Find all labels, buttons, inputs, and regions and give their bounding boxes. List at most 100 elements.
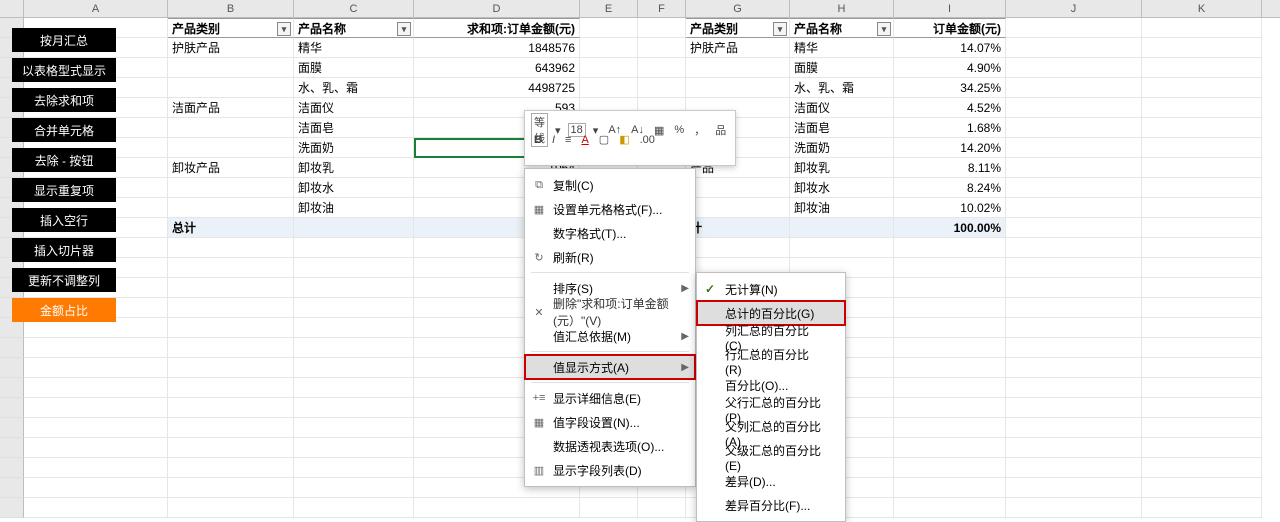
col-header-F[interactable]: F: [638, 0, 686, 17]
cell[interactable]: [1006, 18, 1142, 38]
cell[interactable]: 产品名称▾: [294, 18, 414, 38]
cell[interactable]: [1006, 178, 1142, 198]
context-menu-item[interactable]: 数据透视表选项(O)...: [525, 434, 695, 458]
context-menu-item[interactable]: ✕删除"求和项:订单金额(元）"(V): [525, 300, 695, 324]
cell[interactable]: [168, 398, 294, 418]
cell[interactable]: [1006, 358, 1142, 378]
cell[interactable]: [168, 58, 294, 78]
cell[interactable]: [894, 278, 1006, 298]
cell[interactable]: [294, 298, 414, 318]
cell[interactable]: [1142, 58, 1262, 78]
cell[interactable]: [1006, 438, 1142, 458]
cell[interactable]: [1142, 158, 1262, 178]
cell[interactable]: [1142, 438, 1262, 458]
cell[interactable]: 洁面皂: [790, 118, 894, 138]
cell[interactable]: [1006, 378, 1142, 398]
cell[interactable]: [638, 38, 686, 58]
cell[interactable]: 产品名称▾: [790, 18, 894, 38]
comma-icon[interactable]: ，: [691, 120, 708, 140]
cell[interactable]: [1006, 498, 1142, 518]
cell[interactable]: [1006, 238, 1142, 258]
cell[interactable]: [894, 438, 1006, 458]
col-header-B[interactable]: B: [168, 0, 294, 17]
cell[interactable]: 卸妆油: [790, 198, 894, 218]
cell[interactable]: 洁面仪: [790, 98, 894, 118]
align-icon[interactable]: ≡: [562, 132, 574, 148]
cell[interactable]: [638, 498, 686, 518]
cell[interactable]: [168, 178, 294, 198]
cell[interactable]: [1142, 338, 1262, 358]
cell[interactable]: [894, 458, 1006, 478]
cell[interactable]: [168, 298, 294, 318]
cell[interactable]: [894, 238, 1006, 258]
cell[interactable]: [1142, 358, 1262, 378]
cell[interactable]: 精华: [790, 38, 894, 58]
cell[interactable]: [1006, 258, 1142, 278]
cell[interactable]: [1142, 78, 1262, 98]
cell[interactable]: [1006, 478, 1142, 498]
cell[interactable]: 卸妆产品: [168, 158, 294, 178]
cell[interactable]: [168, 358, 294, 378]
cell[interactable]: [168, 338, 294, 358]
cell[interactable]: [894, 398, 1006, 418]
cell[interactable]: [1142, 318, 1262, 338]
cell[interactable]: [638, 58, 686, 78]
mini-format-toolbar[interactable]: 等线▾ 18▾ A↑ A↓ ▦ % ， 品 B I ≡ A ▢ ◧ .00: [524, 110, 736, 166]
col-header-I[interactable]: I: [894, 0, 1006, 17]
cell[interactable]: [686, 78, 790, 98]
cell[interactable]: 卸妆水: [294, 178, 414, 198]
cell[interactable]: [686, 238, 790, 258]
cell[interactable]: [168, 238, 294, 258]
cell[interactable]: [894, 318, 1006, 338]
cell[interactable]: [294, 258, 414, 278]
cell[interactable]: [24, 358, 168, 378]
cell[interactable]: 水、乳、霜: [294, 78, 414, 98]
context-menu-item[interactable]: ▥显示字段列表(D): [525, 458, 695, 482]
cell[interactable]: 100.00%: [894, 218, 1006, 238]
context-menu-item[interactable]: ▦值字段设置(N)...: [525, 410, 695, 434]
col-header-H[interactable]: H: [790, 0, 894, 17]
cell[interactable]: [1142, 258, 1262, 278]
cell[interactable]: [1006, 338, 1142, 358]
cell[interactable]: 计: [686, 218, 790, 238]
cell[interactable]: [168, 318, 294, 338]
cell[interactable]: [1142, 298, 1262, 318]
submenu-item[interactable]: 行汇总的百分比(R): [697, 349, 845, 373]
cell[interactable]: [686, 198, 790, 218]
percent-icon[interactable]: %: [671, 122, 687, 138]
cell[interactable]: 1.68%: [894, 118, 1006, 138]
cell[interactable]: [294, 218, 414, 238]
cell[interactable]: [580, 78, 638, 98]
cell[interactable]: [686, 58, 790, 78]
cell[interactable]: [790, 238, 894, 258]
cell[interactable]: [294, 338, 414, 358]
cell[interactable]: [894, 258, 1006, 278]
cell[interactable]: [294, 418, 414, 438]
cell[interactable]: 4.52%: [894, 98, 1006, 118]
cell[interactable]: [294, 398, 414, 418]
cell[interactable]: [1006, 198, 1142, 218]
col-header-D[interactable]: D: [414, 0, 580, 17]
cell[interactable]: [1006, 418, 1142, 438]
decimals-icon[interactable]: .00: [637, 132, 658, 148]
borders-icon[interactable]: 品: [712, 120, 729, 140]
cell[interactable]: [894, 378, 1006, 398]
side-button[interactable]: 去除求和项: [12, 88, 116, 112]
side-button[interactable]: 去除 - 按钮: [12, 148, 116, 172]
cell[interactable]: 洁面皂: [294, 118, 414, 138]
cell[interactable]: [1142, 218, 1262, 238]
context-menu-item[interactable]: 值汇总依据(M)▶: [525, 324, 695, 348]
cell[interactable]: [686, 178, 790, 198]
cell[interactable]: [1142, 278, 1262, 298]
bold-icon[interactable]: B: [531, 132, 545, 148]
side-button[interactable]: 更新不调整列: [12, 268, 116, 292]
col-header-C[interactable]: C: [294, 0, 414, 17]
cell[interactable]: [1142, 498, 1262, 518]
cell[interactable]: [24, 458, 168, 478]
submenu-item[interactable]: 差异百分比(F)...: [697, 493, 845, 517]
border-icon[interactable]: ▢: [596, 131, 612, 148]
cell[interactable]: [580, 38, 638, 58]
cell[interactable]: [294, 238, 414, 258]
context-menu-item[interactable]: +≡显示详细信息(E): [525, 386, 695, 410]
cell[interactable]: [24, 338, 168, 358]
